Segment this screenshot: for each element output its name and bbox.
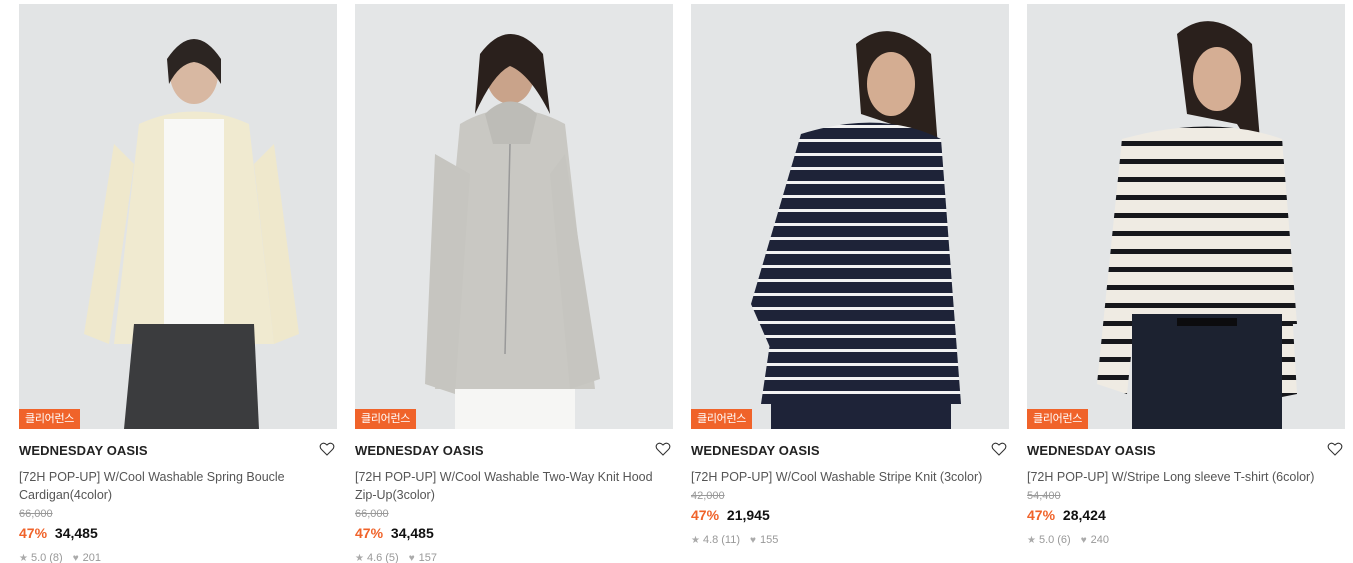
sale-price: 28,424 [1062,507,1106,523]
rating-value: 5.0 [30,552,47,563]
review-count: (8) [49,552,63,563]
review-meta: ★ 4.6 (5) ♥ 157 [355,552,673,563]
price-row: 47% 28,424 [1027,507,1345,525]
star-icon: ★ [1027,534,1036,546]
original-price: 66,000 [19,508,53,520]
rating-value: 5.0 [1038,534,1055,546]
product-card[interactable]: 클리어런스 WEDNESDAY OASIS [72H POP-UP] W/Coo… [355,4,673,563]
heart-filled-icon: ♥ [72,552,79,563]
review-meta: ★ 5.0 (8) ♥ 201 [19,552,337,563]
review-count: (6) [1057,534,1071,546]
heart-outline-icon[interactable] [655,441,671,457]
heart-outline-icon[interactable] [991,441,1007,457]
star-icon: ★ [19,552,28,563]
discount-rate: 47% [355,525,384,541]
star-icon: ★ [691,534,700,546]
model-ivory-stripe-tee-image [1027,4,1345,429]
product-name[interactable]: [72H POP-UP] W/Cool Washable Spring Bouc… [19,468,319,504]
product-name[interactable]: [72H POP-UP] W/Stripe Long sleeve T-shir… [1027,468,1327,486]
product-image[interactable]: 클리어런스 [691,4,1009,429]
product-image[interactable]: 클리어런스 [355,4,673,429]
like-count: 155 [759,534,779,546]
brand-name[interactable]: WEDNESDAY OASIS [1027,443,1345,458]
product-grid: 클리어런스 WEDNESDAY OASIS [72H POP-UP] W/Coo… [0,0,1353,563]
original-price: 54,400 [1027,490,1061,502]
brand-name[interactable]: WEDNESDAY OASIS [355,443,673,458]
product-card[interactable]: 클리어런스 WEDNESDAY OASIS [72H POP-UP] W/Coo… [691,4,1009,546]
clearance-badge: 클리어런스 [19,409,81,429]
heart-filled-icon: ♥ [750,534,756,546]
discount-rate: 47% [19,525,48,541]
like-count: 201 [82,552,102,563]
brand-name[interactable]: WEDNESDAY OASIS [691,443,1009,458]
heart-outline-icon[interactable] [1327,441,1343,457]
review-count: (11) [721,534,741,546]
sale-price: 21,945 [726,507,770,523]
heart-filled-icon: ♥ [408,552,415,563]
product-image[interactable]: 클리어런스 [1027,4,1345,429]
model-navy-stripe-knit-image [691,4,1009,429]
product-card[interactable]: 클리어런스 WEDNESDAY OASIS [72H POP-UP] W/Coo… [19,4,337,563]
product-image[interactable]: 클리어런스 [19,4,337,429]
original-price: 42,000 [691,490,725,502]
star-icon: ★ [355,552,364,563]
price-row: 47% 34,485 [19,525,337,543]
product-name[interactable]: [72H POP-UP] W/Cool Washable Stripe Knit… [691,468,991,486]
heart-outline-icon[interactable] [319,441,335,457]
rating-value: 4.6 [366,552,383,563]
model-cream-cardigan-image [19,4,337,429]
model-grey-zip-hoodie-image [355,4,673,429]
like-count: 240 [1090,534,1110,546]
product-card[interactable]: 클리어런스 WEDNESDAY OASIS [72H POP-UP] W/Str… [1027,4,1345,546]
sale-price: 34,485 [54,525,98,541]
original-price: 66,000 [355,508,389,520]
clearance-badge: 클리어런스 [691,409,753,429]
discount-rate: 47% [1027,507,1056,523]
price-row: 47% 34,485 [355,525,673,543]
discount-rate: 47% [691,507,720,523]
review-meta: ★ 5.0 (6) ♥ 240 [1027,534,1345,546]
review-meta: ★ 4.8 (11) ♥ 155 [691,534,1009,546]
review-count: (5) [385,552,399,563]
brand-name[interactable]: WEDNESDAY OASIS [19,443,337,458]
clearance-badge: 클리어런스 [1027,409,1089,429]
heart-filled-icon: ♥ [1080,534,1087,546]
sale-price: 34,485 [390,525,434,541]
price-row: 47% 21,945 [691,507,1009,525]
rating-value: 4.8 [702,534,719,546]
like-count: 157 [418,552,438,563]
clearance-badge: 클리어런스 [355,409,417,429]
product-name[interactable]: [72H POP-UP] W/Cool Washable Two-Way Kni… [355,468,655,504]
